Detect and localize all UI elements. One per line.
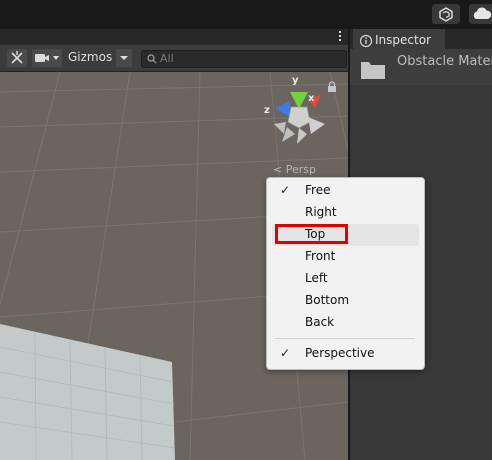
tab-inspector[interactable]: Inspector bbox=[353, 29, 445, 49]
scene-toolbar: Gizmos All bbox=[0, 45, 348, 72]
effects-icon bbox=[11, 51, 23, 64]
perspective-icon: < bbox=[273, 163, 283, 176]
scene-search-input[interactable]: All bbox=[141, 50, 347, 68]
info-icon bbox=[359, 34, 373, 48]
tab-inspector-label: Inspector bbox=[375, 33, 431, 47]
checkmark-icon: ✓ bbox=[280, 183, 291, 197]
menu-item-front[interactable]: Front bbox=[272, 246, 419, 268]
search-icon bbox=[147, 54, 157, 64]
lock-icon[interactable] bbox=[327, 81, 337, 93]
menu-item-perspective[interactable]: ✓ Perspective bbox=[272, 343, 419, 365]
camera-settings-button[interactable] bbox=[32, 49, 62, 67]
inspector-tab-bar: Inspector bbox=[350, 29, 492, 49]
effects-toggle-button[interactable] bbox=[7, 49, 27, 67]
package-icon bbox=[439, 7, 453, 22]
object-name: Obstacle Mater bbox=[397, 54, 492, 69]
folder-icon bbox=[361, 62, 385, 79]
ground-plane bbox=[0, 324, 175, 460]
menu-item-back[interactable]: Back bbox=[272, 312, 419, 334]
more-options-icon[interactable] bbox=[338, 30, 342, 44]
y-axis-label: y bbox=[292, 75, 299, 86]
projection-toggle[interactable]: < Persp bbox=[273, 163, 316, 176]
scene-tab-strip bbox=[0, 29, 348, 45]
chevron-down-icon bbox=[120, 56, 128, 60]
view-direction-menu: ✓ Free Right Top Front Left Bottom Back … bbox=[266, 177, 425, 370]
chevron-down-icon bbox=[53, 56, 59, 60]
menu-item-right[interactable]: Right bbox=[272, 202, 419, 224]
package-button[interactable] bbox=[432, 4, 460, 24]
gizmos-dropdown-button[interactable] bbox=[116, 49, 132, 67]
editor-top-bar bbox=[0, 0, 492, 29]
gizmos-button[interactable]: Gizmos bbox=[68, 50, 112, 64]
highlight-annotation bbox=[275, 224, 348, 244]
inspector-header: Obstacle Mater bbox=[350, 49, 492, 85]
checkmark-icon: ✓ bbox=[280, 346, 291, 360]
x-axis-label: x bbox=[308, 93, 315, 104]
menu-item-free[interactable]: ✓ Free bbox=[272, 180, 419, 202]
menu-item-left[interactable]: Left bbox=[272, 268, 419, 290]
z-axis-label: z bbox=[264, 105, 270, 116]
search-placeholder: All bbox=[160, 52, 174, 65]
cloud-button[interactable] bbox=[469, 4, 492, 24]
cloud-icon bbox=[473, 7, 492, 20]
menu-item-bottom[interactable]: Bottom bbox=[272, 290, 419, 312]
menu-separator bbox=[275, 338, 415, 339]
camera-icon bbox=[35, 54, 59, 62]
